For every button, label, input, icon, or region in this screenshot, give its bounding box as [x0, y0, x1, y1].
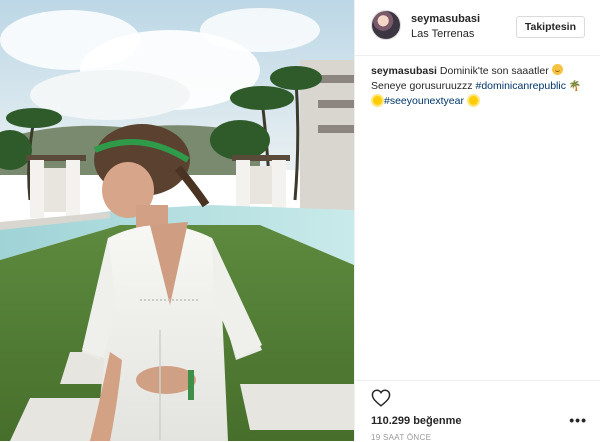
sun-emoji-icon: [373, 96, 382, 105]
post-caption: seymasubasi Dominik'te son saaatler Sene…: [371, 64, 586, 109]
avatar[interactable]: [371, 10, 401, 40]
post-photo[interactable]: [0, 0, 354, 441]
caption-text-line2: Seneye gorusuruuzzz: [371, 80, 473, 92]
post-actions: 110.299 beğenme 19 SAAT ÖNCE •••: [355, 380, 600, 442]
caption-username[interactable]: seymasubasi: [371, 65, 437, 77]
smile-emoji-icon: [551, 64, 563, 75]
hashtag-seeyounextyear[interactable]: #seeyounextyear: [384, 95, 464, 107]
caption-text-line1: Dominik'te son saaatler: [439, 65, 549, 77]
post-header: seymasubasi Las Terrenas Takiptesin: [355, 0, 600, 56]
hashtag-dominicanrepublic[interactable]: #dominicanrepublic: [475, 80, 565, 92]
photo-image: [0, 0, 354, 441]
post-side-panel: seymasubasi Las Terrenas Takiptesin seym…: [354, 0, 600, 442]
palm-tree-emoji-icon: 🌴: [568, 81, 582, 92]
heart-icon[interactable]: [371, 389, 391, 407]
more-options-icon[interactable]: •••: [569, 413, 587, 427]
location-link[interactable]: Las Terrenas: [411, 28, 474, 40]
following-button[interactable]: Takiptesin: [515, 16, 585, 38]
username-link[interactable]: seymasubasi: [411, 13, 480, 25]
sun-emoji-icon: [468, 96, 478, 105]
likes-count[interactable]: 110.299 beğenme: [371, 415, 462, 427]
